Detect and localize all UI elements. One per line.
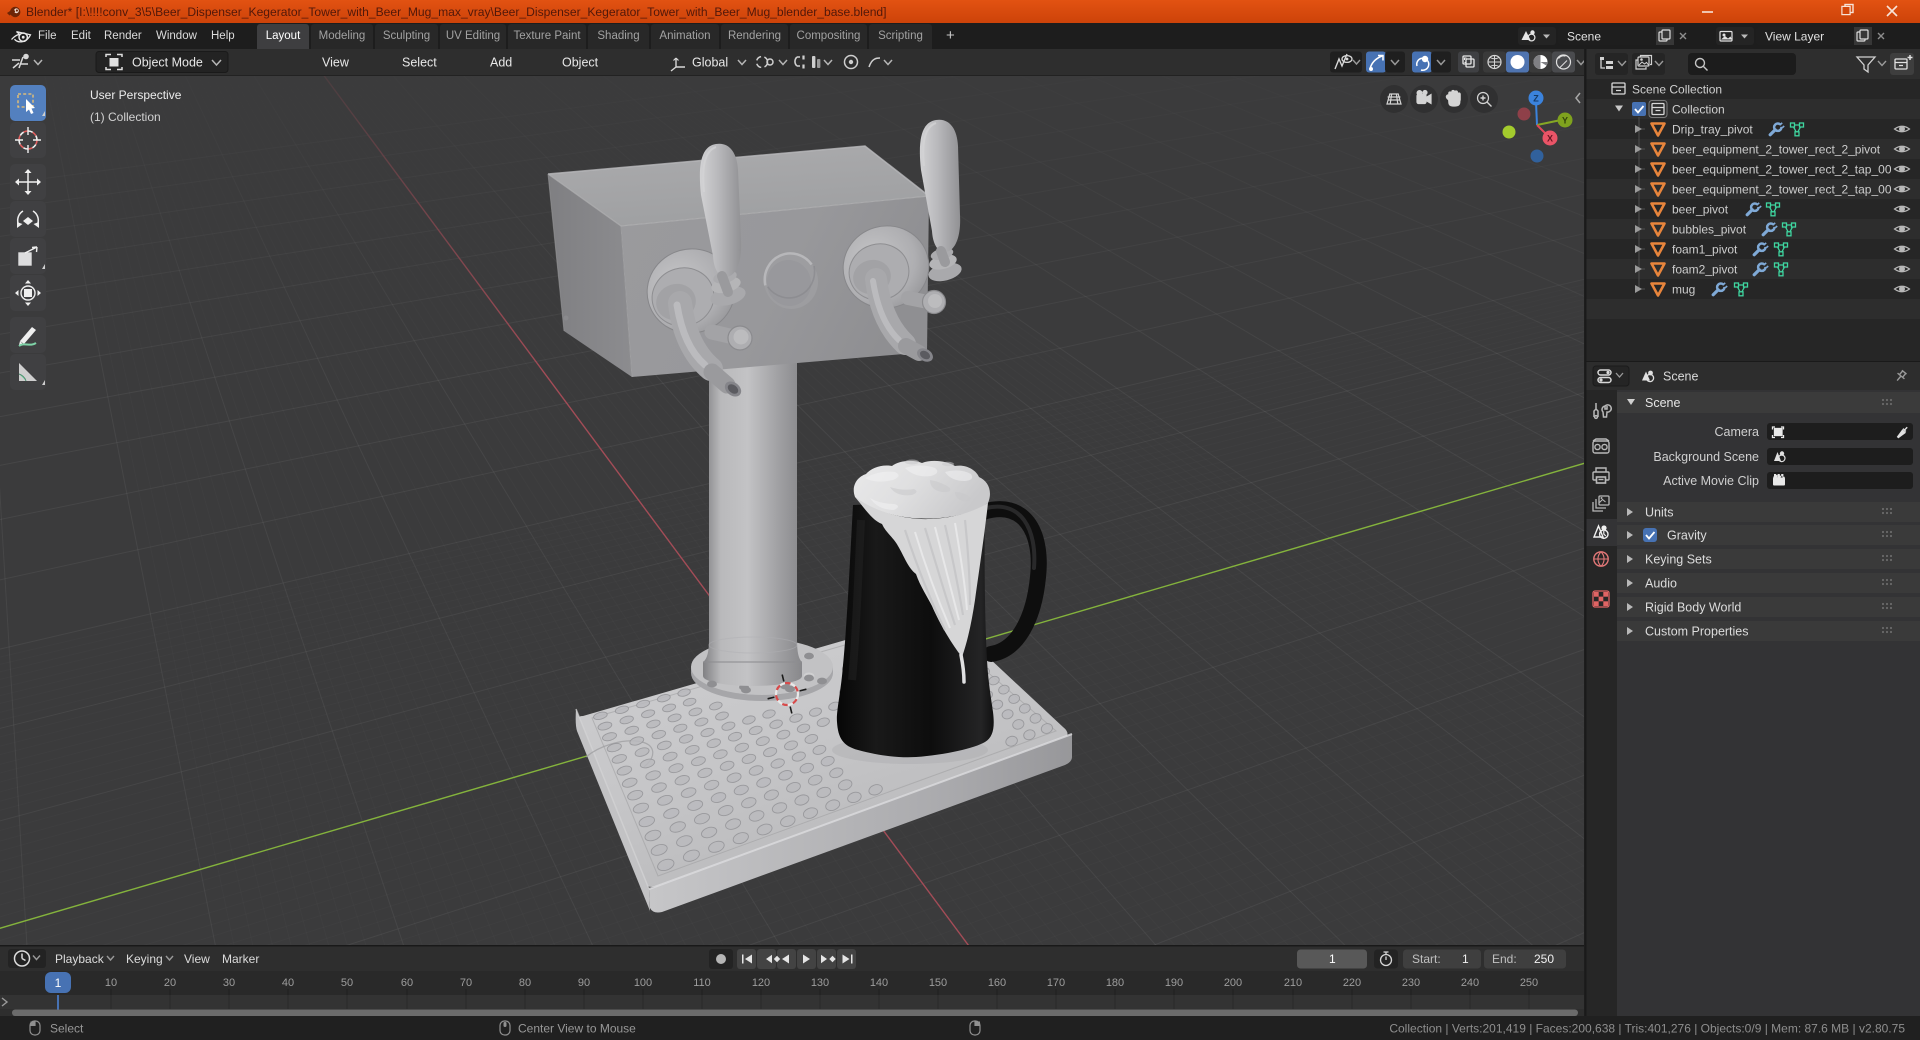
svg-text:View: View <box>322 56 350 70</box>
svg-text:Center View to Mouse: Center View to Mouse <box>518 1022 636 1036</box>
svg-text:40: 40 <box>282 977 294 989</box>
svg-text:beer_equipment_2_tower_rect_2_: beer_equipment_2_tower_rect_2_tap_001_pi <box>1672 163 1914 177</box>
svg-text:beer_equipment_2_tower_rect_2_: beer_equipment_2_tower_rect_2_tap_002_pi <box>1672 183 1914 197</box>
svg-text:190: 190 <box>1165 977 1183 989</box>
svg-text:Global: Global <box>692 56 728 70</box>
svg-text:1: 1 <box>1329 952 1336 966</box>
svg-text:Playback: Playback <box>55 952 105 966</box>
svg-text:Background Scene: Background Scene <box>1653 450 1759 464</box>
svg-text:250: 250 <box>1520 977 1538 989</box>
svg-text:Keying Sets: Keying Sets <box>1645 553 1712 567</box>
svg-text:Camera: Camera <box>1715 425 1760 439</box>
svg-text:Add: Add <box>490 56 512 70</box>
svg-text:250: 250 <box>1534 952 1554 966</box>
svg-text:240: 240 <box>1461 977 1479 989</box>
svg-text:foam2_pivot: foam2_pivot <box>1672 263 1738 277</box>
svg-text:foam1_pivot: foam1_pivot <box>1672 243 1738 257</box>
svg-text:Rigid Body World: Rigid Body World <box>1645 601 1741 615</box>
svg-text:30: 30 <box>223 977 235 989</box>
svg-text:Select: Select <box>402 56 437 70</box>
svg-text:70: 70 <box>460 977 472 989</box>
svg-text:150: 150 <box>929 977 947 989</box>
svg-text:(1) Collection: (1) Collection <box>90 110 161 124</box>
svg-text:90: 90 <box>578 977 590 989</box>
svg-text:View Layer: View Layer <box>1765 30 1824 44</box>
svg-text:200: 200 <box>1224 977 1242 989</box>
svg-text:170: 170 <box>1047 977 1065 989</box>
svg-text:View: View <box>184 952 210 966</box>
svg-text:20: 20 <box>164 977 176 989</box>
svg-text:220: 220 <box>1343 977 1361 989</box>
svg-text:Drip_tray_pivot: Drip_tray_pivot <box>1672 123 1753 137</box>
svg-text:180: 180 <box>1106 977 1124 989</box>
svg-text:210: 210 <box>1284 977 1302 989</box>
svg-text:Marker: Marker <box>222 952 259 966</box>
svg-text:Units: Units <box>1645 506 1673 520</box>
svg-text:Select: Select <box>50 1022 84 1036</box>
svg-text:80: 80 <box>519 977 531 989</box>
svg-text:Gravity: Gravity <box>1667 529 1707 543</box>
svg-text:140: 140 <box>870 977 888 989</box>
svg-text:100: 100 <box>634 977 652 989</box>
svg-text:Audio: Audio <box>1645 577 1677 591</box>
svg-text:160: 160 <box>988 977 1006 989</box>
svg-text:Active Movie Clip: Active Movie Clip <box>1663 474 1759 488</box>
svg-text:Custom Properties: Custom Properties <box>1645 625 1749 639</box>
svg-text:1: 1 <box>1462 952 1469 966</box>
svg-text:Z: Z <box>1533 94 1539 104</box>
svg-text:110: 110 <box>693 977 711 989</box>
svg-text:Collection: Collection <box>1672 103 1725 117</box>
svg-text:130: 130 <box>811 977 829 989</box>
svg-text:Object: Object <box>562 56 599 70</box>
svg-text:Object Mode: Object Mode <box>132 56 203 70</box>
svg-text:beer_pivot: beer_pivot <box>1672 203 1729 217</box>
svg-text:120: 120 <box>752 977 770 989</box>
svg-text:Collection | Verts:201,419 | F: Collection | Verts:201,419 | Faces:200,6… <box>1389 1022 1905 1036</box>
svg-text:mug: mug <box>1672 283 1695 297</box>
svg-text:Scene: Scene <box>1645 396 1680 410</box>
svg-text:1: 1 <box>55 976 62 990</box>
svg-text:User Perspective: User Perspective <box>90 88 182 102</box>
svg-text:60: 60 <box>401 977 413 989</box>
svg-text:10: 10 <box>105 977 117 989</box>
svg-text:X: X <box>1547 134 1553 144</box>
svg-text:End:: End: <box>1492 952 1517 966</box>
svg-text:50: 50 <box>341 977 353 989</box>
svg-text:Scene: Scene <box>1663 370 1698 384</box>
svg-text:Y: Y <box>1562 116 1568 126</box>
svg-text:bubbles_pivot: bubbles_pivot <box>1672 223 1747 237</box>
svg-text:Scene: Scene <box>1567 30 1601 44</box>
svg-text:beer_equipment_2_tower_rect_2_: beer_equipment_2_tower_rect_2_pivot <box>1672 143 1881 157</box>
svg-text:230: 230 <box>1402 977 1420 989</box>
svg-text:Keying: Keying <box>126 952 163 966</box>
svg-text:Scene Collection: Scene Collection <box>1632 83 1722 97</box>
svg-text:Start:: Start: <box>1412 952 1441 966</box>
